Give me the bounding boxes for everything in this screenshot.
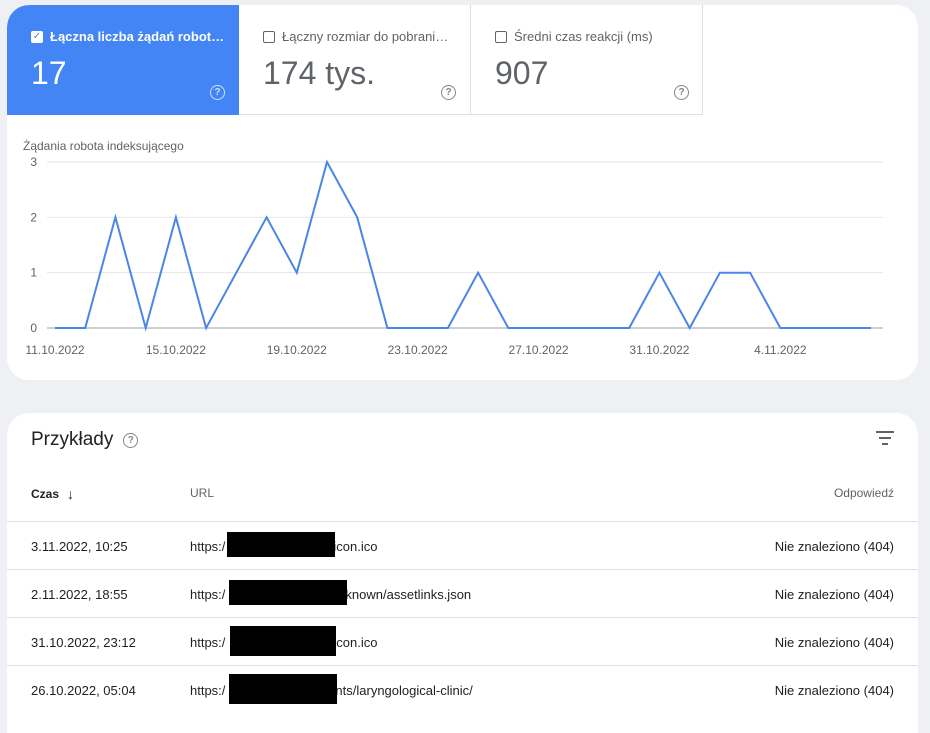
column-header-time[interactable]: Czas ↓ bbox=[31, 486, 74, 502]
requests-line-chart: Żądania robota indeksującego 0 1 2 3 11.10.20… bbox=[7, 125, 918, 375]
y-tick-label: 0 bbox=[30, 321, 37, 335]
filter-icon[interactable] bbox=[876, 431, 894, 445]
row-response: Nie znaleziono (404) bbox=[775, 635, 894, 650]
url-suffix: nts/laryngological-clinic/ bbox=[335, 683, 472, 698]
row-time: 26.10.2022, 05:04 bbox=[31, 683, 136, 698]
row-response: Nie znaleziono (404) bbox=[775, 683, 894, 698]
url-prefix: https:/ bbox=[190, 635, 225, 650]
examples-heading: Przykłady ? bbox=[31, 429, 138, 451]
x-tick-label: 15.10.2022 bbox=[146, 343, 206, 357]
url-prefix: https:/ bbox=[190, 683, 225, 698]
url-suffix: icon.ico bbox=[333, 635, 377, 650]
checkbox-unchecked-icon[interactable] bbox=[263, 31, 275, 43]
metric-tile-total-requests[interactable]: ✓ Łączna liczba żądań robot… 17 ? bbox=[7, 5, 239, 115]
metric-tile-download-size[interactable]: Łączny rozmiar do pobrani… 174 tys. ? bbox=[239, 5, 471, 115]
y-axis-label: Żądania robota indeksującego bbox=[23, 139, 184, 153]
y-tick-label: 2 bbox=[30, 210, 37, 224]
metric-label: Łączna liczba żądań robot… bbox=[50, 29, 224, 44]
metric-label: Średni czas reakcji (ms) bbox=[514, 29, 653, 44]
examples-card: Przykłady ? Czas ↓ URL Odpowiedź 3.11.20… bbox=[7, 413, 918, 733]
redaction-block bbox=[229, 580, 347, 605]
table-row[interactable]: 26.10.2022, 05:04 https:/ nts/laryngologi… bbox=[7, 665, 918, 714]
column-header-url[interactable]: URL bbox=[190, 486, 214, 500]
url-prefix: https:/ bbox=[190, 587, 225, 602]
metric-label: Łączny rozmiar do pobrani… bbox=[282, 29, 448, 44]
series-line bbox=[55, 162, 871, 328]
redaction-block bbox=[230, 626, 336, 656]
row-time: 31.10.2022, 23:12 bbox=[31, 635, 136, 650]
y-tick-label: 1 bbox=[30, 266, 37, 280]
help-icon[interactable]: ? bbox=[210, 85, 225, 100]
y-tick-label: 3 bbox=[30, 155, 37, 169]
checkbox-checked-icon[interactable]: ✓ bbox=[31, 31, 43, 43]
row-time: 3.11.2022, 10:25 bbox=[31, 539, 128, 554]
metric-value: 174 tys. bbox=[263, 55, 375, 92]
metric-value: 17 bbox=[31, 55, 67, 92]
column-time-label: Czas bbox=[31, 487, 59, 501]
row-response: Nie znaleziono (404) bbox=[775, 587, 894, 602]
column-header-response[interactable]: Odpowiedź bbox=[834, 486, 894, 500]
x-tick-label: 23.10.2022 bbox=[388, 343, 448, 357]
table-row[interactable]: 2.11.2022, 18:55 https:/ known/assetlinks… bbox=[7, 569, 918, 618]
metric-tile-response-time[interactable]: Średni czas reakcji (ms) 907 ? bbox=[471, 5, 703, 115]
row-time: 2.11.2022, 18:55 bbox=[31, 587, 128, 602]
x-tick-label: 19.10.2022 bbox=[267, 343, 327, 357]
sort-arrow-icon: ↓ bbox=[67, 486, 74, 502]
help-icon[interactable]: ? bbox=[123, 433, 138, 448]
redaction-block bbox=[227, 532, 335, 557]
row-response: Nie znaleziono (404) bbox=[775, 539, 894, 554]
url-suffix: known/assetlinks.json bbox=[345, 587, 471, 602]
examples-title: Przykłady bbox=[31, 429, 113, 451]
url-suffix: icon.ico bbox=[333, 539, 377, 554]
help-icon[interactable]: ? bbox=[441, 85, 456, 100]
crawl-stats-card: ✓ Łączna liczba żądań robot… 17 ? Łączny… bbox=[7, 5, 918, 380]
table-row[interactable]: 3.11.2022, 10:25 https:/ icon.ico Nie zna… bbox=[7, 521, 918, 570]
metric-header: Łączny rozmiar do pobrani… bbox=[263, 29, 448, 44]
x-tick-label: 11.10.2022 bbox=[25, 343, 84, 357]
url-prefix: https:/ bbox=[190, 539, 225, 554]
x-tick-label: 31.10.2022 bbox=[629, 343, 689, 357]
metric-header: Średni czas reakcji (ms) bbox=[495, 29, 653, 44]
metric-header: ✓ Łączna liczba żądań robot… bbox=[31, 29, 224, 44]
help-icon[interactable]: ? bbox=[674, 85, 689, 100]
x-tick-label: 4.11.2022 bbox=[754, 343, 807, 357]
x-tick-label: 27.10.2022 bbox=[509, 343, 569, 357]
checkbox-unchecked-icon[interactable] bbox=[495, 31, 507, 43]
table-row[interactable]: 31.10.2022, 23:12 https:/ icon.ico Nie zn… bbox=[7, 617, 918, 666]
redaction-block bbox=[229, 674, 337, 704]
metric-value: 907 bbox=[495, 55, 548, 92]
